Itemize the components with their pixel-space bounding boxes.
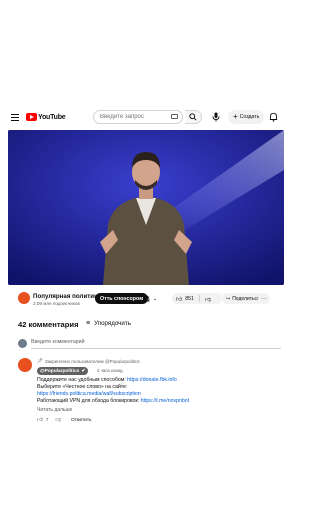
comment-line-1: Поддержите нас удобным способом: https:/… [37,377,177,383]
microphone-icon[interactable] [212,112,220,122]
menu-icon[interactable] [11,114,19,121]
comments-count: 42 комментария [18,320,79,329]
create-button[interactable]: + Создать [228,110,265,124]
bell-icon [143,295,150,302]
verified-icon: ✔ [81,368,86,374]
join-button[interactable]: Отть спонсором [95,293,149,304]
like-dislike-group: 👍︎ 851 👎︎ [172,293,222,304]
divider [198,295,200,302]
comment-author[interactable]: @Popularpolitics ✔ [37,367,89,375]
comment-text: Работающий VPN для обхода блокировок: [37,398,141,404]
channel-avatar[interactable] [18,292,30,304]
pinned-text: Закреплено пользователем @Popularpolitic… [44,358,140,364]
youtube-play-icon [26,113,37,121]
share-label: Поделиться [232,295,260,302]
search-box[interactable] [93,110,183,124]
create-label: Создать [239,114,260,120]
sort-icon: ≡ [86,320,91,327]
logo-text: YouTube [38,113,66,121]
comment-time: 2 часа назад [97,368,123,373]
comment-actions: 👍︎ 7 👎︎ Ответить [37,417,92,423]
thumbs-down-icon[interactable]: 👎︎ [205,295,211,303]
comment-like-count: 7 [45,417,49,423]
subscription-bell-button[interactable]: ⌄ [143,295,157,303]
comment-line-3: https://friends.politica.media/wall/subs… [37,391,141,397]
thumbs-up-icon[interactable]: 👍︎ [37,417,43,423]
channel-name-text: Популярная политика [33,293,101,300]
notifications-bell-icon[interactable] [269,112,278,122]
sort-comments-button[interactable]: ≡ Упорядочить [86,320,131,327]
comment-link[interactable]: https://t.me/novpnbot [141,398,189,404]
reply-button[interactable]: Ответить [71,418,92,423]
comment-link[interactable]: https://friends.politica.media/wall/subs… [37,391,141,397]
pin-icon: 📌︎ [37,358,43,363]
thumbs-up-icon[interactable]: 👍︎ [176,295,182,303]
comment-text: Выберите «Честное слово» на сайте: [37,384,128,390]
subscriber-count: 2,09 млн подписчиков [33,301,80,306]
search-input[interactable] [100,114,170,120]
comment-line-4: Работающий VPN для обхода блокировок: ht… [37,398,189,404]
youtube-logo[interactable]: YouTube [26,113,66,121]
chevron-down-icon: ⌄ [153,296,158,302]
add-comment-input[interactable]: Введите комментарий [31,339,281,349]
video-frame [8,130,284,285]
comment-author-avatar[interactable] [18,358,32,372]
comment-text: Поддержите нас удобным способом: [37,377,128,383]
user-avatar [18,339,27,348]
pinned-label: 📌︎ Закреплено пользователем @Popularpoli… [37,358,140,364]
search-button[interactable] [185,110,202,124]
more-icon: ··· [261,295,267,302]
sort-label: Упорядочить [94,320,131,327]
video-player[interactable] [8,130,284,285]
plus-icon: + [233,112,238,121]
like-count[interactable]: 851 [185,296,194,302]
comment-author-name: @Popularpolitics [40,368,80,374]
thumbs-down-icon[interactable]: 👎︎ [55,417,61,423]
read-more-link[interactable]: Читать дальше [37,407,72,413]
keyboard-icon[interactable] [171,114,178,119]
top-bar: YouTube + Создать [0,108,292,128]
comment-link[interactable]: https://donate.fbk.info [127,377,177,383]
search-icon [189,113,197,121]
share-icon: ↪ [226,295,231,302]
more-actions-button[interactable]: ··· [258,293,270,304]
comment-line-2: Выберите «Честное слово» на сайте: [37,384,127,390]
